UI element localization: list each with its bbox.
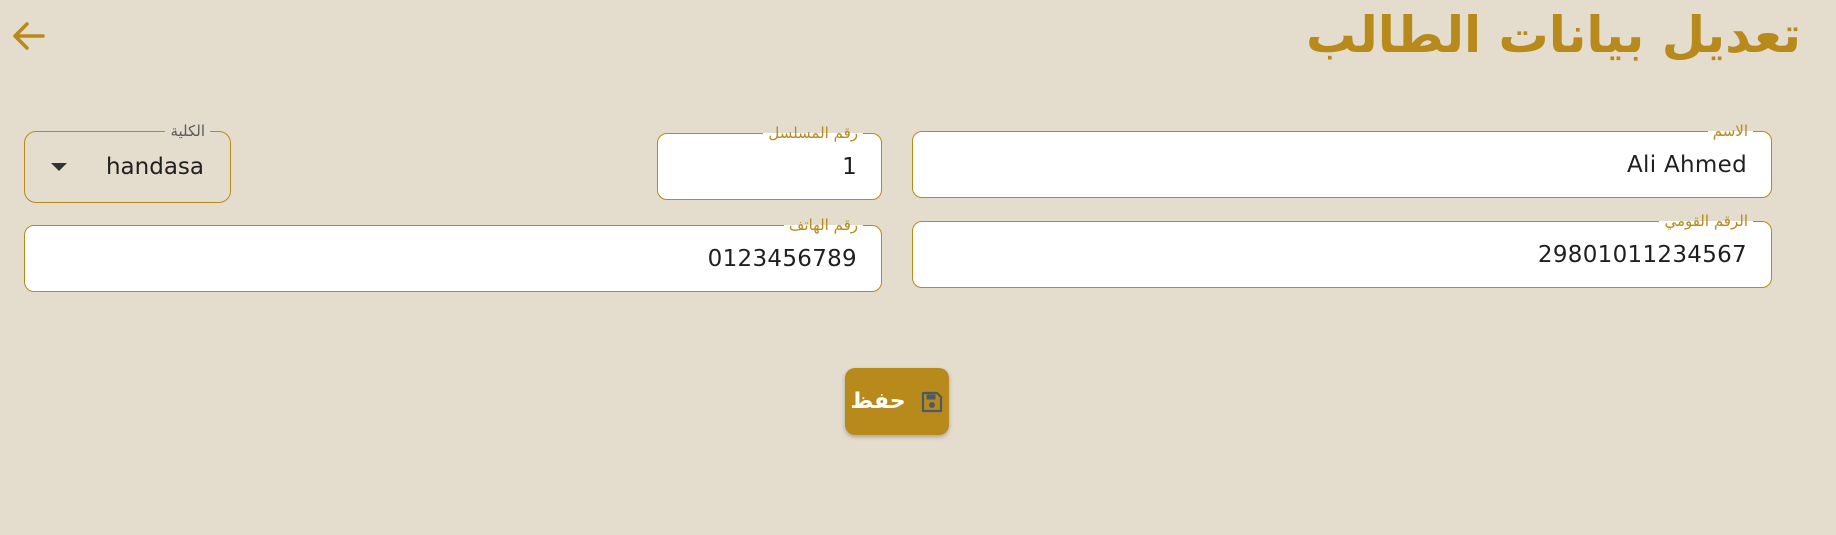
- caret-down-icon: [51, 163, 67, 171]
- phone-label: رقم الهاتف: [783, 216, 863, 234]
- serial-number-label: رقم المسلسل: [763, 124, 863, 142]
- faculty-select[interactable]: الكلية handasa: [24, 122, 231, 203]
- national-id-field[interactable]: الرقم القومي 29801011234567: [912, 212, 1772, 288]
- save-button[interactable]: حفظ: [845, 368, 949, 435]
- faculty-value: handasa: [105, 154, 204, 180]
- serial-number-field[interactable]: رقم المسلسل 1: [657, 124, 882, 200]
- name-value: Ali Ahmed: [1627, 151, 1747, 178]
- phone-value: 0123456789: [707, 245, 857, 272]
- arrow-left-icon: [13, 22, 45, 50]
- page-title: تعديل بيانات الطالب: [1306, 6, 1801, 64]
- save-label: حفظ: [850, 389, 906, 414]
- name-label: الاسم: [1707, 122, 1753, 140]
- phone-field[interactable]: رقم الهاتف 0123456789: [24, 216, 882, 292]
- faculty-label: الكلية: [165, 122, 210, 140]
- serial-number-value: 1: [842, 153, 857, 180]
- national-id-value: 29801011234567: [1537, 241, 1747, 268]
- name-field[interactable]: الاسم Ali Ahmed: [912, 122, 1772, 198]
- floppy-disk-icon: [920, 390, 944, 414]
- national-id-label: الرقم القومي: [1659, 212, 1753, 230]
- back-button[interactable]: [8, 16, 48, 56]
